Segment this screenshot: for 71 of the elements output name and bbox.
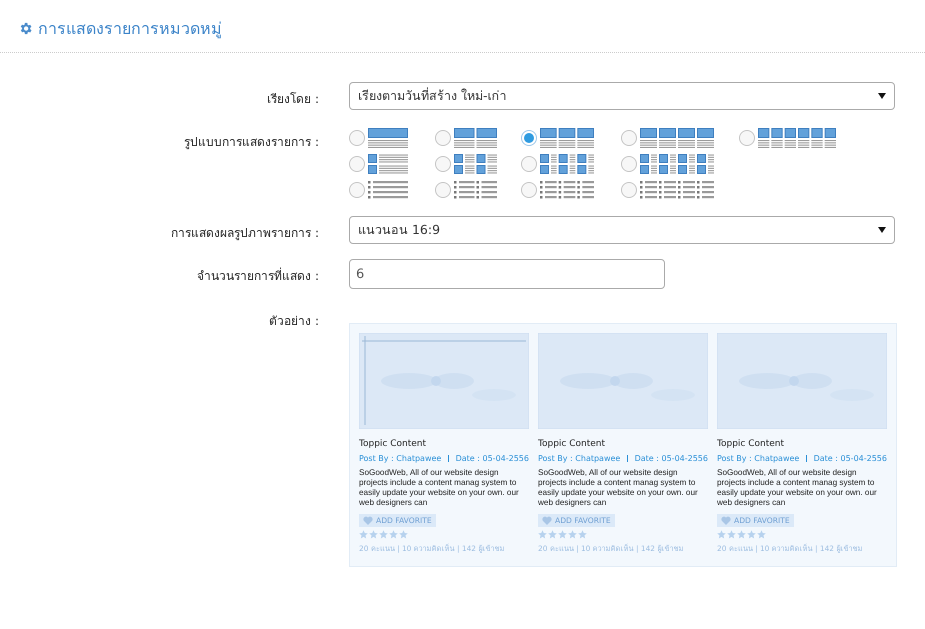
star-icon (578, 530, 587, 539)
star-icon (568, 530, 577, 539)
field-label: รูปแบบการแสดงรายการ : (183, 134, 319, 151)
layout-icon (758, 128, 836, 148)
star-icon (369, 530, 378, 539)
radio-button[interactable] (435, 182, 451, 198)
card-title: Toppic Content (538, 439, 606, 449)
star-icon (389, 530, 398, 539)
radio-button[interactable] (349, 182, 365, 198)
dropdown-arrow-icon (878, 227, 886, 233)
heart-icon (721, 516, 731, 525)
star-icon (747, 530, 756, 539)
card-description: SoGoodWeb, All of our website design projects include a content manag system to easily update your website on your own. our web designers can (359, 468, 520, 508)
settings-icon (18, 21, 33, 36)
author-link[interactable]: Post By : Chatpawee (538, 454, 620, 463)
layout-icon (640, 180, 714, 200)
layout-icon (368, 180, 408, 200)
field-label: การแสดงผลรูปภาพรายการ : (170, 225, 319, 242)
star-icon (538, 530, 547, 539)
layout-icon (454, 154, 497, 174)
heart-icon (542, 516, 552, 525)
radio-button[interactable] (621, 182, 637, 198)
radio-button[interactable] (521, 182, 537, 198)
star-icon (727, 530, 736, 539)
radio-button[interactable] (621, 130, 637, 146)
field-label: ตัวอย่าง : (268, 313, 319, 330)
radio-button[interactable] (349, 130, 365, 146)
meta-divider (448, 455, 449, 462)
layout-icon (540, 180, 594, 200)
radio-button[interactable] (521, 130, 537, 146)
count-input-field[interactable]: 6 (349, 259, 665, 289)
layout-icon (454, 128, 497, 148)
star-icon (359, 530, 368, 539)
star-icon (757, 530, 766, 539)
radio-button[interactable] (435, 156, 451, 172)
field-label: จำนวนรายการที่แสดง : (196, 266, 319, 285)
sort-dropdown[interactable]: เรียงตามวันที่สร้าง ใหม่-เก่า (349, 82, 895, 110)
card-title: Toppic Content (359, 439, 428, 449)
layout-icon (540, 154, 594, 174)
card-description: SoGoodWeb, All of our website design projects include a content manag system to easily update your website on your own. our web designers can (717, 468, 878, 508)
radio-button[interactable] (435, 130, 451, 146)
layout-icon (368, 128, 408, 148)
post-date: Date : 05-04-2556 (814, 454, 887, 463)
meta-divider (806, 455, 807, 462)
radio-button[interactable] (621, 156, 637, 172)
layout-icon (454, 180, 497, 200)
star-icon (737, 530, 746, 539)
card-description: SoGoodWeb, All of our website design projects include a content manag system to easily update your website on your own. our web designers can (538, 468, 699, 508)
star-icon (558, 530, 567, 539)
post-date: Date : 05-04-2556 (456, 454, 529, 463)
star-icon (399, 530, 408, 539)
star-icon (548, 530, 557, 539)
layout-icon (640, 128, 714, 148)
radio-button[interactable] (739, 130, 755, 146)
star-icon (717, 530, 726, 539)
meta-divider (627, 455, 628, 462)
image-display-dropdown[interactable]: แนวนอน 16:9 (349, 216, 895, 244)
author-link[interactable]: Post By : Chatpawee (359, 454, 442, 463)
card-title: Toppic Content (717, 439, 786, 449)
dropdown-arrow-icon (878, 93, 886, 99)
star-icon (379, 530, 388, 539)
page-title: การแสดงรายการหมวดหมู่ (38, 18, 222, 40)
post-date: Date : 05-04-2556 (634, 454, 708, 463)
layout-icon (540, 128, 594, 148)
radio-button[interactable] (521, 156, 537, 172)
layout-icon (640, 154, 714, 174)
radio-button[interactable] (349, 156, 365, 172)
layout-icon (368, 154, 408, 174)
heart-icon (363, 516, 373, 525)
author-link[interactable]: Post By : Chatpawee (717, 454, 800, 463)
field-label: เรียงโดย : (266, 91, 319, 108)
